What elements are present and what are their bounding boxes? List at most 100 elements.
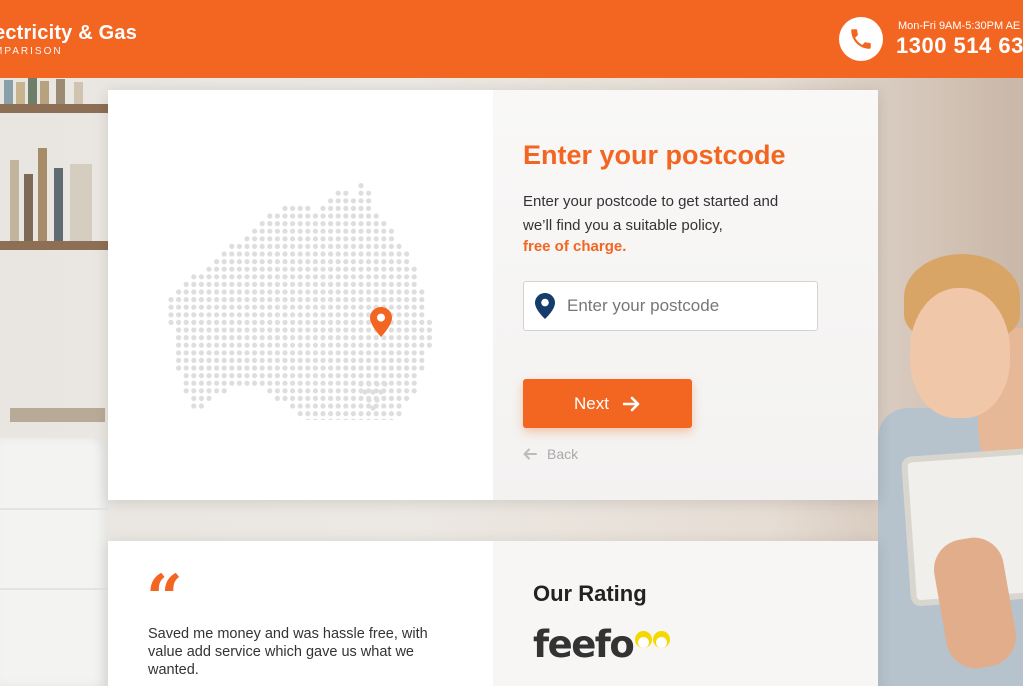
map-dot xyxy=(229,266,235,272)
map-dot xyxy=(176,297,182,303)
map-dot xyxy=(343,259,349,265)
map-dot xyxy=(351,418,356,420)
map-dot xyxy=(343,312,349,318)
map-dot xyxy=(229,380,235,386)
map-dot xyxy=(244,236,250,242)
map-dot xyxy=(411,327,417,333)
map-dot xyxy=(373,228,379,234)
map-dot xyxy=(358,418,364,420)
map-dot xyxy=(267,365,273,371)
map-dot xyxy=(350,251,356,257)
map-dot xyxy=(236,380,242,386)
map-dot xyxy=(350,259,356,265)
map-dot xyxy=(366,335,372,341)
map-dot xyxy=(244,319,250,325)
map-dot xyxy=(358,243,364,249)
map-dot xyxy=(221,274,227,280)
map-dot xyxy=(214,259,220,265)
map-dot xyxy=(267,335,273,341)
map-dot xyxy=(350,373,356,379)
map-dot xyxy=(312,357,318,363)
map-dot xyxy=(282,380,288,386)
map-dot xyxy=(388,365,394,371)
map-dot xyxy=(312,335,318,341)
map-dot xyxy=(183,312,189,318)
site-header: ectricity & Gas MPARISON Mon-Fri 9AM-5:3… xyxy=(0,0,1023,78)
map-dot xyxy=(282,236,288,242)
map-dot xyxy=(282,357,288,363)
map-dot xyxy=(381,411,387,417)
map-dot xyxy=(335,357,341,363)
map-dot xyxy=(191,380,197,386)
map-dot xyxy=(350,388,356,394)
map-dot xyxy=(176,342,182,348)
next-button[interactable]: Next xyxy=(523,379,692,428)
map-dot xyxy=(252,380,258,386)
map-dot xyxy=(297,236,303,242)
map-dot xyxy=(404,274,410,280)
feefo-logo[interactable]: feefo xyxy=(533,625,671,665)
map-dot xyxy=(419,335,425,341)
map-dot xyxy=(343,403,349,409)
map-dot xyxy=(252,251,258,257)
map-dot xyxy=(244,373,250,379)
map-dot xyxy=(282,304,288,310)
map-dot xyxy=(290,395,296,401)
logo[interactable]: ectricity & Gas MPARISON xyxy=(0,22,137,57)
map-dot xyxy=(191,357,197,363)
map-dot xyxy=(297,319,303,325)
map-dot xyxy=(267,350,273,356)
map-dot xyxy=(366,213,372,219)
map-dot xyxy=(259,357,265,363)
map-dot xyxy=(221,342,227,348)
map-dot xyxy=(350,213,356,219)
map-dot xyxy=(259,274,265,280)
map-dot xyxy=(312,350,318,356)
map-dot xyxy=(282,213,288,219)
map-dot xyxy=(244,274,250,280)
map-dot xyxy=(267,357,273,363)
map-dot xyxy=(244,335,250,341)
map-dot xyxy=(350,350,356,356)
map-dot xyxy=(350,342,356,348)
map-dot xyxy=(328,418,333,420)
map-dot xyxy=(358,403,364,409)
map-dot xyxy=(206,357,212,363)
map-dot xyxy=(274,395,280,401)
map-dot xyxy=(297,327,303,333)
map-dot xyxy=(305,251,311,257)
phone-icon[interactable] xyxy=(839,17,883,61)
map-dot xyxy=(267,327,273,333)
map-dot xyxy=(198,388,204,394)
postcode-input[interactable] xyxy=(567,296,807,316)
map-dot xyxy=(221,251,227,257)
map-dot xyxy=(343,236,349,242)
postcode-field[interactable] xyxy=(523,281,818,331)
map-dot xyxy=(373,266,379,272)
map-dot xyxy=(214,266,220,272)
map-dot xyxy=(244,327,250,333)
map-dot xyxy=(290,373,296,379)
map-dot xyxy=(404,380,410,386)
map-dot xyxy=(297,342,303,348)
map-dot xyxy=(236,274,242,280)
map-dot xyxy=(290,289,296,295)
map-dot xyxy=(191,403,197,409)
map-dot xyxy=(214,388,220,394)
back-link[interactable]: Back xyxy=(523,446,578,462)
map-dot xyxy=(396,335,402,341)
map-dot xyxy=(388,357,394,363)
map-dot xyxy=(267,274,273,280)
map-dot xyxy=(252,274,258,280)
map-dot xyxy=(236,327,242,333)
map-dot xyxy=(320,251,326,257)
book xyxy=(74,82,83,104)
phone-number-link[interactable]: 1300 514 635 xyxy=(896,33,1023,59)
map-dot xyxy=(320,335,326,341)
map-dot xyxy=(274,342,280,348)
map-dot xyxy=(373,243,379,249)
free-of-charge-text: free of charge. xyxy=(523,238,627,255)
map-dot xyxy=(343,388,349,394)
map-dot xyxy=(335,297,341,303)
map-dot xyxy=(373,411,379,417)
